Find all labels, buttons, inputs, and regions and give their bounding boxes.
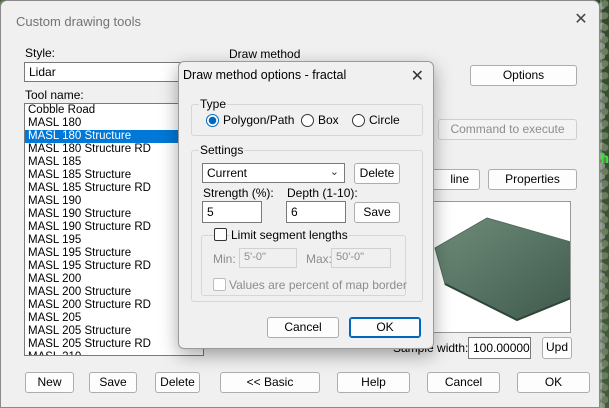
options-button[interactable]: Options [470, 65, 577, 86]
tool-name-label: Tool name: [25, 88, 84, 102]
settings-label: Settings [199, 143, 245, 157]
tool-list-item[interactable]: MASL 190 [25, 195, 203, 208]
dialog-title: Draw method options - fractal [183, 68, 347, 82]
cancel-button[interactable]: Cancel [427, 372, 500, 393]
type-label: Type [199, 97, 228, 111]
delete-button[interactable]: Delete [155, 372, 200, 393]
box-radio[interactable] [301, 114, 314, 127]
basic-button[interactable]: << Basic [220, 372, 320, 393]
strength-label: Strength (%): [203, 186, 274, 200]
tool-list-item[interactable]: Cobble Road [25, 104, 203, 117]
percent-checkbox[interactable] [213, 278, 226, 291]
tool-list-item[interactable]: MASL 210 [25, 351, 203, 355]
tool-list-item[interactable]: MASL 195 [25, 234, 203, 247]
tool-list-item[interactable]: MASL 180 Structure [25, 130, 203, 143]
polygon-path-label[interactable]: Polygon/Path [223, 113, 294, 127]
preview-pane [424, 201, 571, 333]
polygon-path-radio[interactable] [206, 114, 219, 127]
tool-list-item[interactable]: MASL 190 Structure RD [25, 221, 203, 234]
ok-button[interactable]: OK [517, 372, 590, 393]
new-button[interactable]: New [25, 372, 74, 393]
tool-list-item[interactable]: MASL 205 Structure [25, 325, 203, 338]
circle-label[interactable]: Circle [369, 113, 400, 127]
terrain-preview-image [434, 217, 570, 322]
percent-label: Values are percent of map border [229, 278, 407, 292]
draw-method-label: Draw method [229, 47, 301, 61]
min-field[interactable]: 5'-0" [239, 248, 297, 268]
circle-radio[interactable] [352, 114, 365, 127]
depth-label: Depth (1-10): [287, 186, 358, 200]
tool-list-item[interactable]: MASL 190 Structure [25, 208, 203, 221]
preset-value: Current [207, 166, 248, 180]
preset-select[interactable]: Current ⌄ [202, 163, 345, 183]
preset-delete-button[interactable]: Delete [354, 163, 400, 184]
style-field[interactable]: Lidar [24, 62, 204, 82]
upd-button[interactable]: Upd [542, 337, 572, 359]
tool-list-item[interactable]: MASL 195 Structure [25, 247, 203, 260]
close-icon[interactable]: ✕ [573, 12, 589, 28]
window-title: Custom drawing tools [16, 14, 141, 29]
tool-list-item[interactable]: MASL 200 Structure RD [25, 299, 203, 312]
dialog-ok-button[interactable]: OK [349, 317, 421, 338]
properties-button[interactable]: Properties [488, 169, 577, 190]
style-label: Style: [25, 46, 56, 60]
title-bar: Custom drawing tools ✕ [1, 1, 599, 33]
draw-method-options-dialog: Draw method options - fractal ✕ Type Pol… [178, 61, 434, 349]
save-button[interactable]: Save [89, 372, 137, 393]
tool-name-list[interactable]: Cobble Road MASL 180 MASL 180 Structure MAS… [24, 103, 204, 356]
tool-list-item[interactable]: MASL 200 Structure [25, 286, 203, 299]
limit-segment-label[interactable]: Limit segment lengths [230, 228, 349, 242]
tool-list-item[interactable]: MASL 195 Structure RD [25, 260, 203, 273]
preset-save-button[interactable]: Save [354, 202, 400, 223]
tool-list-item[interactable]: MASL 185 [25, 156, 203, 169]
tool-list-item[interactable]: MASL 180 [25, 117, 203, 130]
dialog-close-icon[interactable]: ✕ [411, 66, 424, 86]
limit-segment-checkbox[interactable] [214, 228, 227, 241]
sample-width-field[interactable]: 100.00000 [468, 337, 531, 359]
max-label: Max: [306, 252, 333, 266]
help-button[interactable]: Help [337, 372, 410, 393]
min-label: Min: [213, 252, 236, 266]
strength-field[interactable]: 5 [202, 201, 262, 223]
depth-field[interactable]: 6 [286, 201, 346, 223]
tool-list-item[interactable]: MASL 200 [25, 273, 203, 286]
map-edge-label: h [600, 150, 609, 166]
tool-list-item[interactable]: MASL 205 Structure RD [25, 338, 203, 351]
box-label[interactable]: Box [318, 113, 339, 127]
tool-list-item[interactable]: MASL 185 Structure [25, 169, 203, 182]
dialog-cancel-button[interactable]: Cancel [267, 317, 339, 338]
max-field[interactable]: 50'-0" [331, 248, 391, 268]
command-to-execute-button[interactable]: Command to execute [438, 119, 577, 140]
tool-list-item[interactable]: MASL 180 Structure RD [25, 143, 203, 156]
chevron-down-icon: ⌄ [329, 166, 339, 178]
tool-list-item[interactable]: MASL 205 [25, 312, 203, 325]
tool-list-item[interactable]: MASL 185 Structure RD [25, 182, 203, 195]
